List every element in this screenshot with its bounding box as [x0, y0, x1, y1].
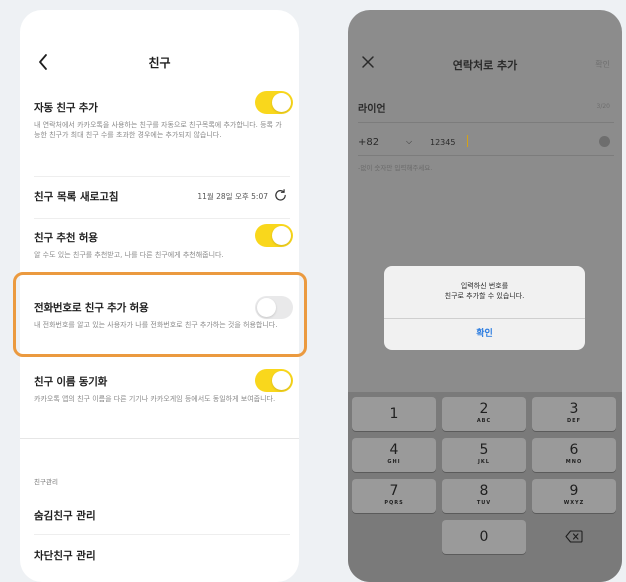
key-8[interactable]: 8 TUV	[442, 479, 526, 513]
key-9[interactable]: 9 WXYZ	[532, 479, 616, 513]
key-4[interactable]: 4 GHI	[352, 438, 436, 472]
dialog-message-line: 입력하신 번호를	[460, 282, 509, 290]
name-sync-toggle[interactable]	[255, 369, 293, 392]
phone-hint: -없이 숫자만 입력해주세요.	[358, 164, 433, 172]
name-char-counter: 3/20	[596, 103, 610, 110]
nav-bar: 연락처로 추가 확인	[348, 48, 622, 78]
setting-recommend: 친구 추천 허용 알 수도 있는 친구를 추천받고, 나를 다른 친구에게 추천…	[34, 230, 290, 260]
toggle-knob	[272, 371, 291, 390]
key-1[interactable]: 1	[352, 397, 436, 431]
setting-label: 자동 친구 추가	[34, 102, 98, 114]
country-code-select[interactable]: +82	[358, 137, 379, 148]
section-header-manage: 친구관리	[34, 478, 58, 486]
add-by-contact-screen: 연락처로 추가 확인 라이언 3/20 +82 ⌵ -없이 숫자만 입력해주세요…	[348, 10, 622, 582]
page-title: 친구	[148, 56, 171, 70]
setting-label: 친구 이름 동기화	[34, 376, 108, 388]
confirm-button[interactable]: 확인	[595, 59, 610, 70]
refresh-friends-row: 친구 목록 새로고침 11월 28일 오후 5:07	[34, 189, 290, 205]
divider	[34, 176, 290, 177]
phone-number-input[interactable]	[430, 134, 580, 150]
hidden-friends-manage[interactable]: 숨김친구 관리	[34, 508, 290, 523]
setting-name-sync: 친구 이름 동기화 카카오톡 앱의 친구 이름을 다른 기기나 카카오게임 등에…	[34, 374, 290, 404]
highlight-outline	[13, 272, 307, 357]
setting-auto-add: 자동 친구 추가 내 연락처에서 카카오톡을 사용하는 친구를 자동으로 친구목…	[34, 100, 290, 140]
numeric-keypad: 1 2 ABC 3 DEF 4 GHI 5 JKL 6 MNO 7 PQRS 8 TUV 9W…	[348, 392, 622, 582]
name-input[interactable]: 라이언	[358, 100, 386, 115]
divider	[34, 218, 290, 219]
setting-description: 알 수도 있는 친구를 추천받고, 나를 다른 친구에게 추천해줍니다.	[34, 251, 224, 259]
backspace-key[interactable]	[532, 520, 616, 554]
dialog-message-line: 친구로 추가할 수 있습니다.	[444, 292, 525, 300]
setting-description: 내 연락처에서 카카오톡을 사용하는 친구를 자동으로 친구목록에 추가합니다.…	[34, 121, 282, 139]
dialog-confirm-button[interactable]: 확인	[384, 318, 585, 350]
input-underline	[358, 155, 614, 156]
confirmation-dialog: 입력하신 번호를 친구로 추가할 수 있습니다. 확인	[384, 266, 585, 350]
page-title: 연락처로 추가	[452, 59, 518, 72]
blocked-friends-manage[interactable]: 차단친구 관리	[34, 548, 290, 563]
divider	[34, 534, 290, 535]
key-0[interactable]: 0	[442, 520, 526, 554]
recommend-toggle[interactable]	[255, 224, 293, 247]
section-divider	[20, 438, 299, 439]
refresh-icon[interactable]	[273, 188, 288, 203]
backspace-icon	[565, 530, 583, 543]
refresh-timestamp: 11월 28일 오후 5:07	[197, 192, 268, 201]
nav-bar: 친구	[20, 48, 299, 78]
setting-label: 친구 추천 허용	[34, 232, 98, 244]
setting-description: 카카오톡 앱의 친구 이름을 다른 기기나 카카오게임 등에서도 동일하게 보여…	[34, 395, 276, 403]
text-caret	[467, 135, 468, 147]
auto-add-toggle[interactable]	[255, 91, 293, 114]
key-3[interactable]: 3 DEF	[532, 397, 616, 431]
dialog-message: 입력하신 번호를 친구로 추가할 수 있습니다.	[384, 281, 585, 301]
chevron-down-icon[interactable]: ⌵	[406, 137, 412, 147]
key-7[interactable]: 7 PQRS	[352, 479, 436, 513]
key-6[interactable]: 6 MNO	[532, 438, 616, 472]
clear-input-icon[interactable]	[599, 136, 610, 147]
key-2[interactable]: 2 ABC	[442, 397, 526, 431]
input-underline	[358, 122, 614, 123]
toggle-knob	[272, 226, 291, 245]
toggle-knob	[272, 93, 291, 112]
key-5[interactable]: 5 JKL	[442, 438, 526, 472]
